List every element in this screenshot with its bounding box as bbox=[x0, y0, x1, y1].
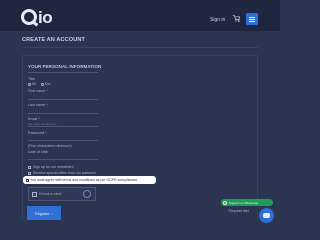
register-button-label: Register bbox=[34, 210, 50, 216]
logo-mark-icon bbox=[21, 9, 37, 25]
gdpr-consent-label: You must agree with terms and conditions… bbox=[30, 178, 139, 182]
title-radio-group: Mr. Mrs. bbox=[28, 82, 52, 86]
radio-icon bbox=[40, 82, 44, 86]
gdpr-consent-checkbox[interactable]: You must agree with terms and conditions… bbox=[23, 176, 156, 184]
site-logo[interactable]: io bbox=[21, 7, 53, 27]
sign-in-link[interactable]: Sign in bbox=[210, 17, 225, 23]
offers-label: Receive special offers from our partners… bbox=[33, 171, 96, 175]
recaptcha-label: I'm not a robot bbox=[39, 192, 62, 196]
password-hint: (Five characters minimum) bbox=[28, 144, 72, 148]
first-name-label: First name * bbox=[28, 89, 48, 93]
register-button[interactable]: Register › bbox=[27, 206, 61, 220]
email-field[interactable]: name@example.com bbox=[28, 121, 98, 127]
section-title: YOUR PERSONAL INFORMATION bbox=[28, 64, 102, 69]
newsletter-label: Sign up for our newsletter! bbox=[33, 165, 74, 169]
recaptcha-logo-icon bbox=[83, 190, 91, 198]
page-title: CREATE AN ACCOUNT bbox=[22, 37, 258, 48]
title-option-mr[interactable]: Mr. bbox=[28, 82, 37, 86]
last-name-field[interactable] bbox=[28, 108, 98, 114]
checkbox-icon bbox=[28, 171, 31, 175]
chevron-right-icon: › bbox=[51, 210, 54, 216]
section-divider bbox=[28, 72, 98, 73]
password-field[interactable] bbox=[28, 135, 98, 141]
title-option-mrs[interactable]: Mrs. bbox=[40, 82, 52, 86]
required-field-note: *Required field bbox=[228, 209, 249, 213]
hamburger-menu-icon[interactable] bbox=[246, 13, 258, 25]
top-navigation-bar: io Sign in 0 bbox=[0, 0, 280, 31]
chat-bubble-icon[interactable] bbox=[259, 208, 274, 223]
last-name-label: Last name * bbox=[28, 103, 48, 107]
first-name-field[interactable] bbox=[28, 94, 98, 100]
logo-text: io bbox=[38, 7, 53, 27]
recaptcha-checkbox[interactable] bbox=[32, 191, 37, 197]
radio-icon bbox=[28, 82, 31, 86]
whatsapp-label: Support on WhatsApp bbox=[229, 200, 259, 205]
offers-checkbox-row[interactable]: Receive special offers from our partners… bbox=[28, 171, 96, 175]
newsletter-checkbox-row[interactable]: Sign up for our newsletter! bbox=[28, 165, 74, 169]
cart-count: 0 bbox=[238, 18, 241, 23]
birthdate-field[interactable] bbox=[28, 154, 98, 160]
checkbox-icon bbox=[28, 165, 31, 169]
whatsapp-icon bbox=[223, 200, 227, 205]
whatsapp-support-button[interactable]: Support on WhatsApp bbox=[221, 199, 273, 206]
checkbox-icon bbox=[26, 178, 29, 182]
recaptcha-widget[interactable]: I'm not a robot bbox=[28, 187, 96, 201]
title-label: Title bbox=[28, 77, 35, 81]
